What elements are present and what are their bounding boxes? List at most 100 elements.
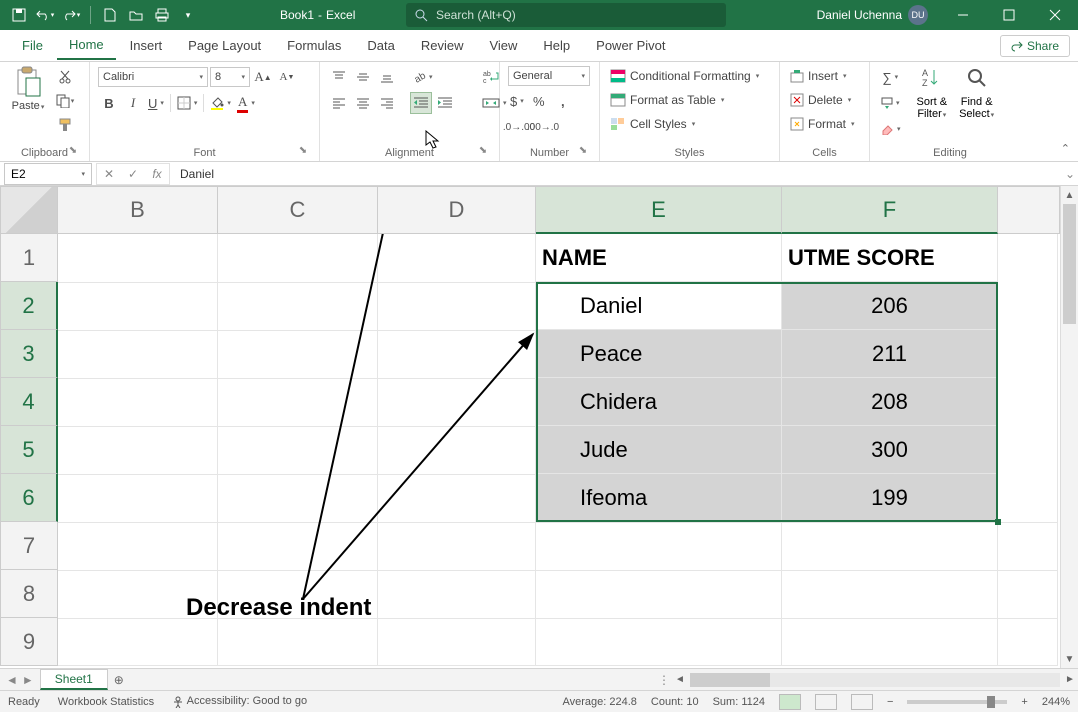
row-header-6[interactable]: 6 xyxy=(0,474,58,522)
cell-E1[interactable]: NAME xyxy=(536,234,782,282)
undo-icon[interactable]: ▾ xyxy=(34,4,56,26)
tab-help[interactable]: Help xyxy=(531,32,582,59)
increase-font-button[interactable]: A▲ xyxy=(252,66,274,88)
cell-E6[interactable]: Ifeoma xyxy=(536,474,782,522)
font-name-combo[interactable]: Calibri▾ xyxy=(98,67,208,87)
tab-page-layout[interactable]: Page Layout xyxy=(176,32,273,59)
alignment-launcher[interactable]: ⬊ xyxy=(477,145,489,157)
tab-review[interactable]: Review xyxy=(409,32,476,59)
qat-customize-icon[interactable]: ▾ xyxy=(177,4,199,26)
minimize-button[interactable] xyxy=(940,0,986,30)
share-button[interactable]: Share xyxy=(1000,35,1070,57)
italic-button[interactable]: I xyxy=(122,92,144,114)
row-header-3[interactable]: 3 xyxy=(0,330,58,378)
cell-F5[interactable]: 300 xyxy=(782,426,998,474)
conditional-formatting-button[interactable]: Conditional Formatting▾ xyxy=(608,66,761,86)
wrap-text-button[interactable]: abc xyxy=(480,66,502,88)
align-left-button[interactable] xyxy=(328,92,350,114)
cell-styles-button[interactable]: Cell Styles▾ xyxy=(608,114,697,134)
formula-input[interactable]: Daniel xyxy=(170,167,1062,181)
fill-handle[interactable] xyxy=(995,519,1001,525)
cells-area[interactable]: NAME UTME SCORE Daniel 206 Peace 211 Chi… xyxy=(58,234,1060,668)
scroll-thumb[interactable] xyxy=(1063,204,1076,324)
close-button[interactable] xyxy=(1032,0,1078,30)
row-header-8[interactable]: 8 xyxy=(0,570,58,618)
tab-power-pivot[interactable]: Power Pivot xyxy=(584,32,677,59)
col-E-blank[interactable] xyxy=(536,522,782,666)
col-G-blank[interactable] xyxy=(998,234,1058,666)
select-all-corner[interactable] xyxy=(0,186,58,234)
align-top-button[interactable] xyxy=(328,66,350,88)
decrease-indent-button[interactable] xyxy=(410,92,432,114)
view-page-layout-button[interactable] xyxy=(815,694,837,710)
new-file-icon[interactable] xyxy=(99,4,121,26)
col-header-F[interactable]: F xyxy=(782,186,998,234)
tab-formulas[interactable]: Formulas xyxy=(275,32,353,59)
currency-button[interactable]: $▾ xyxy=(508,90,526,112)
row-header-7[interactable]: 7 xyxy=(0,522,58,570)
row-header-9[interactable]: 9 xyxy=(0,618,58,666)
tab-view[interactable]: View xyxy=(477,32,529,59)
redo-icon[interactable]: ▾ xyxy=(60,4,82,26)
decrease-font-button[interactable]: A▼ xyxy=(276,66,298,88)
col-header-D[interactable]: D xyxy=(378,186,536,234)
cell-E4[interactable]: Chidera xyxy=(536,378,782,426)
row-header-2[interactable]: 2 xyxy=(0,282,58,330)
vertical-scrollbar[interactable]: ▲ ▼ xyxy=(1060,186,1078,668)
expand-formula-bar-button[interactable]: ⌄ xyxy=(1062,167,1078,181)
increase-indent-button[interactable] xyxy=(434,92,456,114)
hscroll-left[interactable]: ◄ xyxy=(672,674,688,685)
print-icon[interactable] xyxy=(151,4,173,26)
cell-F3[interactable]: 211 xyxy=(782,330,998,378)
cut-button[interactable] xyxy=(54,66,76,88)
enter-formula-button[interactable]: ✓ xyxy=(121,167,145,181)
cell-E3[interactable]: Peace xyxy=(536,330,782,378)
borders-button[interactable]: ▾ xyxy=(175,92,200,114)
copy-button[interactable]: ▾ xyxy=(54,90,76,112)
comma-button[interactable]: , xyxy=(552,90,574,112)
row-header-4[interactable]: 4 xyxy=(0,378,58,426)
paste-button[interactable]: Paste▾ xyxy=(8,66,48,112)
scroll-down-button[interactable]: ▼ xyxy=(1061,650,1078,668)
font-size-combo[interactable]: 8▾ xyxy=(210,67,250,87)
autosum-button[interactable]: ∑▾ xyxy=(878,66,903,88)
format-as-table-button[interactable]: Format as Table▾ xyxy=(608,90,726,110)
number-launcher[interactable]: ⬊ xyxy=(577,145,589,157)
percent-button[interactable]: % xyxy=(528,90,550,112)
insert-cells-button[interactable]: Insert▾ xyxy=(788,66,849,86)
format-cells-button[interactable]: Format▾ xyxy=(788,114,857,134)
user-account[interactable]: Daniel Uchenna DU xyxy=(817,5,928,25)
cell-F2[interactable]: 206 xyxy=(782,282,998,330)
add-sheet-button[interactable]: ⊕ xyxy=(108,673,130,687)
col-D-cells[interactable] xyxy=(378,234,536,666)
tab-home[interactable]: Home xyxy=(57,31,116,60)
bold-button[interactable]: B xyxy=(98,92,120,114)
cell-F6[interactable]: 199 xyxy=(782,474,998,522)
worksheet-grid[interactable]: B C D E F 1 2 3 4 5 6 7 8 9 NAME UTME SC… xyxy=(0,186,1060,668)
status-accessibility[interactable]: Accessibility: Good to go xyxy=(172,695,307,707)
sort-filter-button[interactable]: Sort & Filter▾ xyxy=(917,96,948,120)
hscroll-right[interactable]: ► xyxy=(1062,674,1078,685)
zoom-in-button[interactable]: + xyxy=(1021,696,1027,708)
save-icon[interactable] xyxy=(8,4,30,26)
fill-color-button[interactable]: ▾ xyxy=(208,92,233,114)
col-header-C[interactable]: C xyxy=(218,186,378,234)
cell-F4[interactable]: 208 xyxy=(782,378,998,426)
cell-F1[interactable]: UTME SCORE xyxy=(782,234,998,282)
col-header-E[interactable]: E xyxy=(536,186,782,234)
tab-file[interactable]: File xyxy=(10,32,55,59)
clear-button[interactable]: ▾ xyxy=(878,118,903,140)
cell-E2[interactable]: Daniel xyxy=(536,282,782,330)
sheet-nav-next[interactable]: ► xyxy=(22,673,34,687)
decrease-decimal-button[interactable]: .00→.0 xyxy=(532,116,554,138)
tab-data[interactable]: Data xyxy=(355,32,406,59)
align-middle-button[interactable] xyxy=(352,66,374,88)
font-launcher[interactable]: ⬊ xyxy=(297,145,309,157)
cell-E5[interactable]: Jude xyxy=(536,426,782,474)
hscroll-thumb[interactable] xyxy=(690,673,770,687)
row-header-1[interactable]: 1 xyxy=(0,234,58,282)
font-color-button[interactable]: A▾ xyxy=(235,92,257,114)
zoom-slider[interactable] xyxy=(907,700,1007,704)
fx-button[interactable]: fx xyxy=(145,167,169,181)
sheet-tab-1[interactable]: Sheet1 xyxy=(40,669,108,690)
